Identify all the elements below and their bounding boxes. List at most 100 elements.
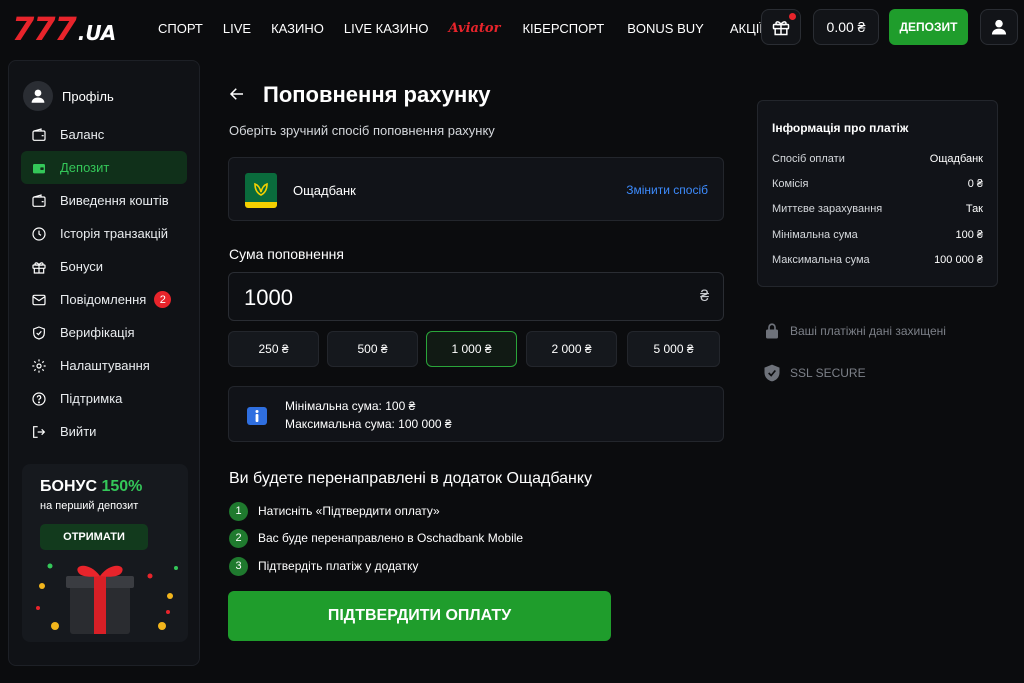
sidebar-item-bonuses[interactable]: Бонуси xyxy=(21,250,187,283)
gift-icon xyxy=(772,21,790,36)
claim-bonus-button[interactable]: ОТРИМАТИ xyxy=(40,524,148,550)
promo-percent: 150% xyxy=(101,478,143,495)
nav-sport[interactable]: СПОРТ xyxy=(158,21,203,36)
sidebar-item-label: Виведення коштів xyxy=(60,193,169,208)
row-value: Так xyxy=(965,203,983,215)
user-icon xyxy=(991,19,1007,35)
row-value: Ощадбанк xyxy=(929,153,983,165)
history-icon xyxy=(30,225,48,243)
payment-info-row: Миттєве зарахування Так xyxy=(772,203,983,219)
gift-button[interactable] xyxy=(761,9,801,45)
nav-live-casino[interactable]: LIVE КАЗИНО xyxy=(344,21,429,36)
user-icon xyxy=(31,89,45,103)
promo-title-prefix: БОНУС xyxy=(40,478,98,495)
sidebar-item-label: Повідомлення xyxy=(60,292,147,307)
back-button[interactable] xyxy=(228,85,246,108)
sidebar-item-balance[interactable]: Баланс xyxy=(21,118,187,151)
sidebar-menu: Баланс Депозит Виведення коштів Історія … xyxy=(21,118,187,448)
lock-icon xyxy=(762,320,782,342)
mail-icon xyxy=(30,291,48,309)
sidebar-item-logout[interactable]: Вийти xyxy=(21,415,187,448)
nav-casino[interactable]: КАЗИНО xyxy=(271,21,324,36)
change-method-link[interactable]: Змінити спосіб xyxy=(626,183,708,197)
user-menu-button[interactable] xyxy=(980,9,1018,45)
step-text: Вас буде перенаправлено в Oschadbank Mob… xyxy=(258,531,524,545)
min-amount-text: Мінімальна сума: 100 ₴ xyxy=(285,399,416,413)
row-value: 100 000 ₴ xyxy=(934,254,983,266)
row-value: 0 ₴ xyxy=(967,178,983,190)
payment-info-panel: Інформація про платіж Спосіб оплати Ощадб… xyxy=(757,100,998,287)
step-item: 1 Натисніть «Підтвердити оплату» xyxy=(229,501,440,521)
shield-check-icon xyxy=(762,362,782,384)
row-label: Спосіб оплати xyxy=(772,153,845,165)
top-navigation: 777 .UA СПОРТ LIVE КАЗИНО LIVE КАЗИНО Av… xyxy=(0,0,1024,56)
logo-domain: .UA xyxy=(77,21,117,45)
balance-display[interactable]: 0.00 ₴ xyxy=(813,9,879,45)
amount-value: 1000 xyxy=(244,285,293,310)
unread-count-badge: 2 xyxy=(154,291,172,308)
confirm-payment-button[interactable]: ПІДТВЕРДИТИ ОПЛАТУ xyxy=(228,591,611,641)
wallet-icon xyxy=(30,126,48,144)
sidebar-item-label: Баланс xyxy=(60,127,105,142)
row-label: Максимальна сума xyxy=(772,254,870,266)
sidebar-item-label: Депозит xyxy=(60,160,110,175)
payment-method-card: Ощадбанк Змінити спосіб xyxy=(228,157,724,221)
info-icon xyxy=(247,407,267,425)
sidebar-profile[interactable]: Профіль xyxy=(23,81,114,111)
step-number: 2 xyxy=(229,528,248,548)
quick-amount-chips: 250 ₴ 500 ₴ 1 000 ₴ 2 000 ₴ 5 000 ₴ xyxy=(228,331,724,367)
page-title: Поповнення рахунку xyxy=(263,82,491,107)
row-label: Мінімальна сума xyxy=(772,229,858,241)
sidebar-item-label: Вийти xyxy=(60,424,97,439)
ssl-text: SSL SECURE xyxy=(790,366,866,380)
sidebar-item-label: Підтримка xyxy=(60,391,123,406)
row-label: Комісія xyxy=(772,178,809,190)
logout-icon xyxy=(30,423,48,441)
secure-data-text: Ваші платіжні дані захищені xyxy=(790,324,946,338)
payment-info-row: Максимальна сума 100 000 ₴ xyxy=(772,254,983,270)
gift-box-illustration xyxy=(36,563,178,634)
nav-promotions[interactable]: АКЦІЇ xyxy=(730,21,763,36)
payment-info-row: Мінімальна сума 100 ₴ xyxy=(772,229,983,245)
help-icon xyxy=(30,390,48,408)
header-deposit-button[interactable]: ДЕПОЗИТ xyxy=(889,9,968,45)
ssl-secure-note: SSL SECURE xyxy=(762,362,866,384)
max-amount-text: Максимальна сума: 100 000 ₴ xyxy=(285,417,452,431)
account-sidebar: Профіль Баланс Депозит Виведення коштів … xyxy=(8,60,200,666)
sidebar-item-messages[interactable]: Повідомлення 2 xyxy=(21,283,187,316)
main-nav: СПОРТ LIVE КАЗИНО LIVE КАЗИНО Aviator КІ… xyxy=(158,0,783,56)
shield-check-icon xyxy=(30,324,48,342)
quick-amount-2000[interactable]: 2 000 ₴ xyxy=(526,331,617,367)
avatar xyxy=(23,81,53,111)
quick-amount-250[interactable]: 250 ₴ xyxy=(228,331,319,367)
row-value: 100 ₴ xyxy=(955,229,983,241)
site-logo[interactable]: 777 .UA xyxy=(12,10,116,48)
redirect-heading: Ви будете перенаправлені в додаток Ощадб… xyxy=(229,470,593,487)
gear-icon xyxy=(30,357,48,375)
step-number: 1 xyxy=(229,501,248,521)
step-item: 2 Вас буде перенаправлено в Oschadbank M… xyxy=(229,528,523,548)
step-text: Підтвердіть платіж у додатку xyxy=(258,559,419,573)
payment-info-title: Інформація про платіж xyxy=(772,121,909,135)
nav-esports[interactable]: КІБЕРСПОРТ xyxy=(522,21,604,36)
sidebar-item-deposit[interactable]: Депозит xyxy=(21,151,187,184)
sidebar-item-label: Верифікація xyxy=(60,325,135,340)
nav-live[interactable]: LIVE xyxy=(223,21,251,36)
amount-input[interactable]: 1000 ₴ xyxy=(228,272,724,321)
quick-amount-5000[interactable]: 5 000 ₴ xyxy=(627,331,720,367)
amount-limits-info: Мінімальна сума: 100 ₴ Максимальна сума:… xyxy=(228,386,724,442)
sidebar-item-settings[interactable]: Налаштування xyxy=(21,349,187,382)
sidebar-item-verification[interactable]: Верифікація xyxy=(21,316,187,349)
sidebar-item-history[interactable]: Історія транзакцій xyxy=(21,217,187,250)
secure-data-note: Ваші платіжні дані захищені xyxy=(762,320,946,342)
nav-bonus-buy[interactable]: BONUS BUY xyxy=(627,21,704,36)
promo-title: БОНУС 150% xyxy=(40,478,142,496)
sidebar-item-withdraw[interactable]: Виведення коштів xyxy=(21,184,187,217)
quick-amount-1000[interactable]: 1 000 ₴ xyxy=(426,331,517,367)
quick-amount-500[interactable]: 500 ₴ xyxy=(327,331,418,367)
nav-aviator[interactable]: Aviator xyxy=(448,21,500,36)
step-number: 3 xyxy=(229,556,248,576)
oschadbank-logo xyxy=(245,173,277,208)
bonus-promo-card: БОНУС 150% на перший депозит ОТРИМАТИ xyxy=(22,464,188,642)
sidebar-item-support[interactable]: Підтримка xyxy=(21,382,187,415)
